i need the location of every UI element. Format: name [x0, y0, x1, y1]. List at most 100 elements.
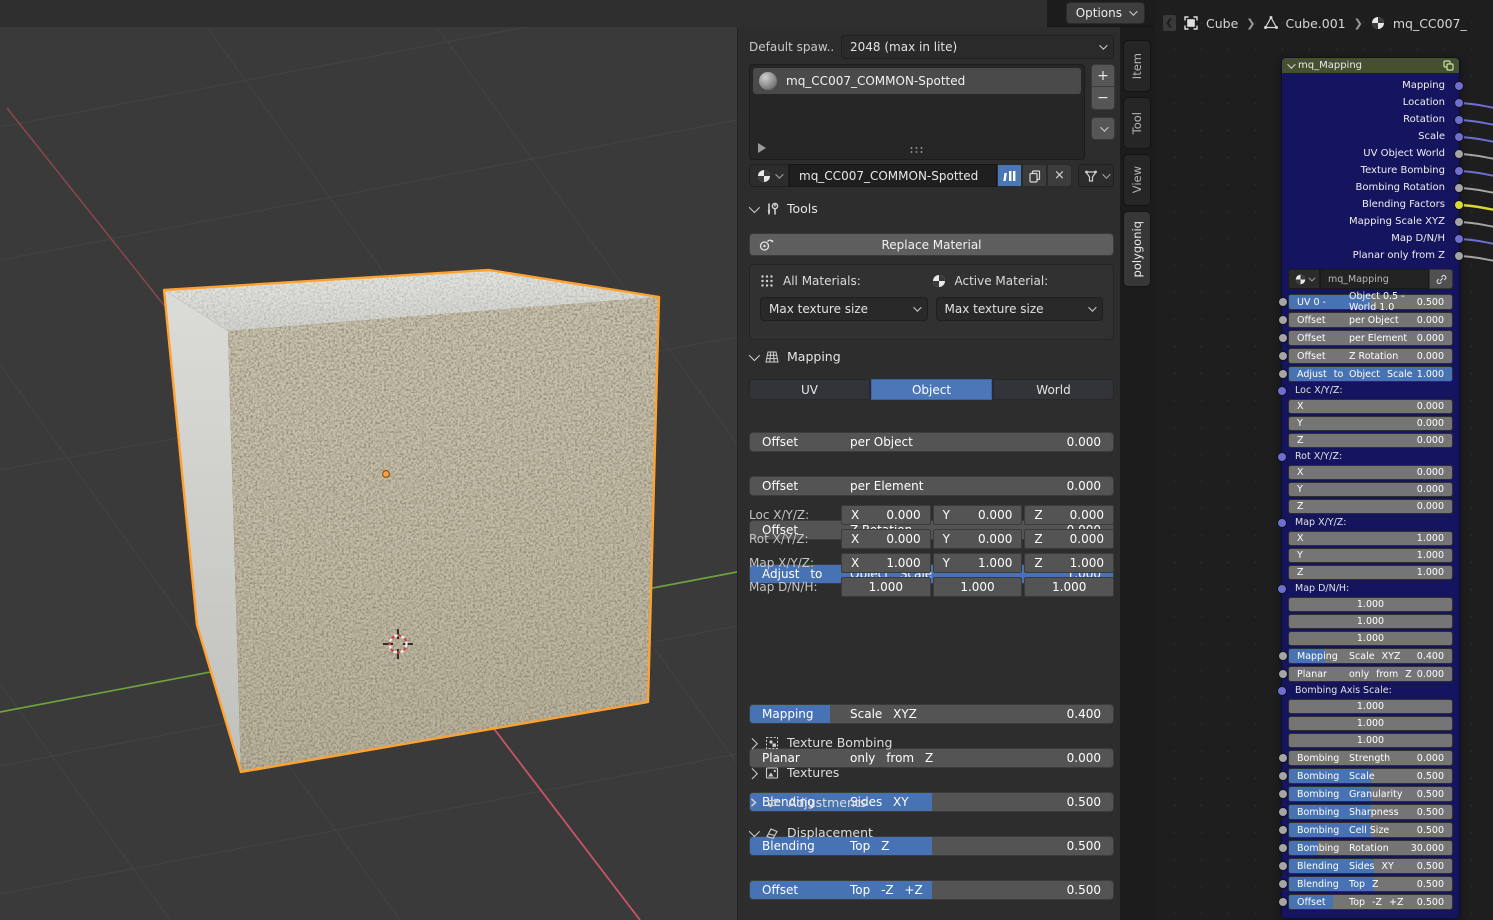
node-rot-y[interactable]: Y0.000	[1288, 482, 1453, 497]
material-slot-specials-button[interactable]	[1091, 117, 1115, 140]
float-socket[interactable]	[1454, 251, 1464, 261]
float-socket[interactable]	[1278, 297, 1288, 307]
shader-node-editor[interactable]: Cube ❯ Cube.001 ❯ mq_CC007_	[1155, 0, 1493, 920]
float-socket[interactable]	[1278, 315, 1288, 325]
vector-socket[interactable]	[1454, 166, 1464, 176]
float-socket[interactable]	[1278, 771, 1288, 781]
float-socket[interactable]	[1454, 183, 1464, 193]
loc-x-field[interactable]: X0.000	[841, 505, 931, 525]
map-h-field[interactable]: 1.000	[1024, 577, 1114, 597]
fake-user-button[interactable]	[997, 164, 1022, 187]
map-d-field[interactable]: 1.000	[841, 577, 931, 597]
float-socket[interactable]	[1278, 807, 1288, 817]
node-loc-y[interactable]: Y0.000	[1288, 416, 1453, 431]
float-socket[interactable]	[1278, 843, 1288, 853]
loc-y-field[interactable]: Y0.000	[933, 505, 1023, 525]
output-map-dnh[interactable]: Map D/N/H	[1282, 230, 1459, 247]
tab-view[interactable]: View	[1123, 154, 1151, 206]
section-texture-bombing[interactable]: Texture Bombing	[749, 735, 1114, 750]
breadcrumb-object[interactable]: Cube	[1206, 16, 1238, 31]
map-n-field[interactable]: 1.000	[933, 577, 1023, 597]
node-slider-bombing-strength[interactable]: BombingStrength0.000	[1288, 750, 1453, 766]
tab-tool[interactable]: Tool	[1123, 97, 1151, 149]
color-socket[interactable]	[1454, 200, 1464, 210]
node-slider-uv-object-world[interactable]: UV 0 -Object 0.5 - World 1.00.500	[1288, 294, 1453, 310]
output-uv-object-world[interactable]: UV Object World	[1282, 145, 1459, 162]
section-mapping[interactable]: Mapping	[749, 349, 1114, 364]
node-slider-offset-per-element[interactable]: Offsetper Element0.000	[1288, 330, 1453, 346]
breadcrumb-mesh[interactable]: Cube.001	[1286, 16, 1346, 31]
float-socket[interactable]	[1278, 789, 1288, 799]
output-mapping[interactable]: Mapping	[1282, 77, 1459, 94]
float-socket[interactable]	[1278, 369, 1288, 379]
vector-socket[interactable]	[1454, 132, 1464, 142]
node-slider-offset-per-object[interactable]: Offsetper Object0.000	[1288, 312, 1453, 328]
node-loc-z[interactable]: Z0.000	[1288, 433, 1453, 448]
node-bombing-axis-x[interactable]: 1.000	[1288, 699, 1453, 714]
float-socket[interactable]	[1278, 753, 1288, 763]
node-mq-mapping[interactable]: mq_Mapping Mapping Location Rotation Sca…	[1281, 57, 1460, 919]
tab-uv[interactable]: UV	[749, 379, 870, 400]
node-slider-bombing-scale[interactable]: BombingScale0.500	[1288, 768, 1453, 784]
section-adjustments[interactable]: Adjustments	[749, 795, 1114, 810]
float-socket[interactable]	[1278, 825, 1288, 835]
node-slider-adjust-to-object-scale[interactable]: Adjust toObject Scale1.000	[1288, 366, 1453, 382]
vector-socket[interactable]	[1454, 115, 1464, 125]
max-texture-size-active-dropdown[interactable]: Max texture size	[936, 297, 1104, 321]
node-bombing-axis-z[interactable]: 1.000	[1288, 733, 1453, 748]
section-textures[interactable]: Textures	[749, 765, 1114, 780]
float-socket[interactable]	[1278, 333, 1288, 343]
output-mapping-scale-xyz[interactable]: Mapping Scale XYZ	[1282, 213, 1459, 230]
cube-object[interactable]	[164, 270, 659, 772]
map-x-field[interactable]: X1.000	[841, 553, 931, 573]
max-texture-size-all-dropdown[interactable]: Max texture size	[760, 297, 928, 321]
node-loc-x[interactable]: X0.000	[1288, 399, 1453, 414]
node-map-h[interactable]: 1.000	[1288, 631, 1453, 646]
output-location[interactable]: Location	[1282, 94, 1459, 111]
node-bombing-axis-y[interactable]: 1.000	[1288, 716, 1453, 731]
slider-offset-top-z[interactable]: OffsetTop -Z +Z0.500	[749, 880, 1114, 900]
slider-offset-per-element[interactable]: Offsetper Element0.000	[749, 476, 1114, 496]
map-y-field[interactable]: Y1.000	[933, 553, 1023, 573]
node-rot-x[interactable]: X0.000	[1288, 465, 1453, 480]
loc-z-field[interactable]: Z0.000	[1024, 505, 1114, 525]
float-socket[interactable]	[1278, 861, 1288, 871]
node-slider-bombing-rotation[interactable]: BombingRotation30.000	[1288, 840, 1453, 856]
map-z-field[interactable]: Z1.000	[1024, 553, 1114, 573]
node-slider-blending-top-z[interactable]: BlendingTop Z0.500	[1288, 876, 1453, 892]
material-filter-dropdown[interactable]	[1078, 164, 1114, 187]
options-dropdown[interactable]: Options	[1066, 2, 1145, 24]
rot-z-field[interactable]: Z0.000	[1024, 529, 1114, 549]
tab-polygoniq[interactable]: polygoniq	[1123, 211, 1151, 287]
vector-socket[interactable]	[1454, 81, 1464, 91]
node-map-d[interactable]: 1.000	[1288, 597, 1453, 612]
vector-socket[interactable]	[1277, 584, 1287, 594]
node-map-x[interactable]: X1.000	[1288, 531, 1453, 546]
float-socket[interactable]	[1278, 651, 1288, 661]
vector-socket[interactable]	[1277, 386, 1287, 396]
vector-socket[interactable]	[1277, 452, 1287, 462]
browse-node-material-button[interactable]	[1288, 269, 1320, 289]
replace-material-button[interactable]: Replace Material	[749, 233, 1114, 256]
remove-material-slot-button[interactable]: −	[1091, 87, 1115, 110]
unlink-material-button[interactable]: ×	[1047, 164, 1072, 187]
node-slider-bombing-sharpness[interactable]: BombingSharpness0.500	[1288, 804, 1453, 820]
breadcrumb-material[interactable]: mq_CC007_	[1393, 16, 1467, 31]
node-rot-z[interactable]: Z0.000	[1288, 499, 1453, 514]
new-material-button[interactable]	[1022, 164, 1047, 187]
link-material-button[interactable]	[1429, 269, 1453, 289]
browse-material-button[interactable]	[749, 164, 789, 187]
node-slider-mapping-scale-xyz[interactable]: MappingScale XYZ0.400	[1288, 648, 1453, 664]
node-slider-bombing-cell-size[interactable]: BombingCell Size0.500	[1288, 822, 1453, 838]
float-socket[interactable]	[1278, 669, 1288, 679]
node-material-name-field[interactable]: mq_Mapping	[1320, 269, 1429, 289]
default-spawn-size-dropdown[interactable]: 2048 (max in lite)	[841, 35, 1114, 59]
float-socket[interactable]	[1278, 897, 1288, 907]
node-header[interactable]: mq_Mapping	[1282, 58, 1459, 73]
output-texture-bombing[interactable]: Texture Bombing	[1282, 162, 1459, 179]
add-material-slot-button[interactable]: +	[1091, 64, 1115, 87]
filter-expand-icon[interactable]	[758, 143, 766, 153]
node-map-z[interactable]: Z1.000	[1288, 565, 1453, 580]
float-socket[interactable]	[1278, 879, 1288, 889]
vector-socket[interactable]	[1454, 98, 1464, 108]
